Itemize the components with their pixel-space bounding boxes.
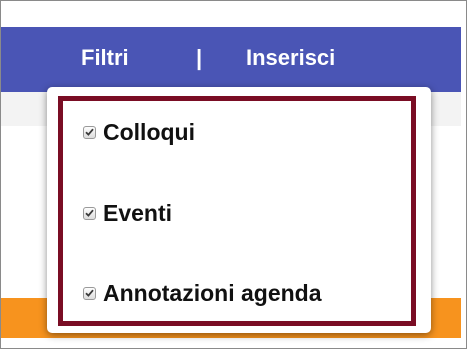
filter-options-highlight: Colloqui Eventi Annotazioni agenda [58, 96, 416, 326]
top-navbar [1, 27, 461, 92]
filter-option-annotazioni-agenda[interactable]: Annotazioni agenda [83, 278, 322, 308]
checkmark-icon [85, 128, 94, 136]
filter-option-eventi[interactable]: Eventi [83, 198, 172, 228]
filter-option-label: Colloqui [103, 119, 195, 145]
nav-inserisci-link[interactable]: Inserisci [246, 45, 335, 71]
checkbox-eventi[interactable] [83, 206, 96, 220]
filter-option-colloqui[interactable]: Colloqui [83, 117, 195, 147]
nav-separator: | [196, 45, 203, 70]
filter-option-label: Eventi [103, 200, 173, 226]
checkmark-icon [85, 209, 94, 217]
filter-option-label: Annotazioni agenda [103, 280, 322, 306]
checkbox-colloqui[interactable] [83, 125, 96, 139]
checkbox-annotazioni-agenda[interactable] [83, 286, 96, 300]
checkmark-icon [85, 289, 94, 297]
nav-filtri-link[interactable]: Filtri [81, 45, 129, 71]
